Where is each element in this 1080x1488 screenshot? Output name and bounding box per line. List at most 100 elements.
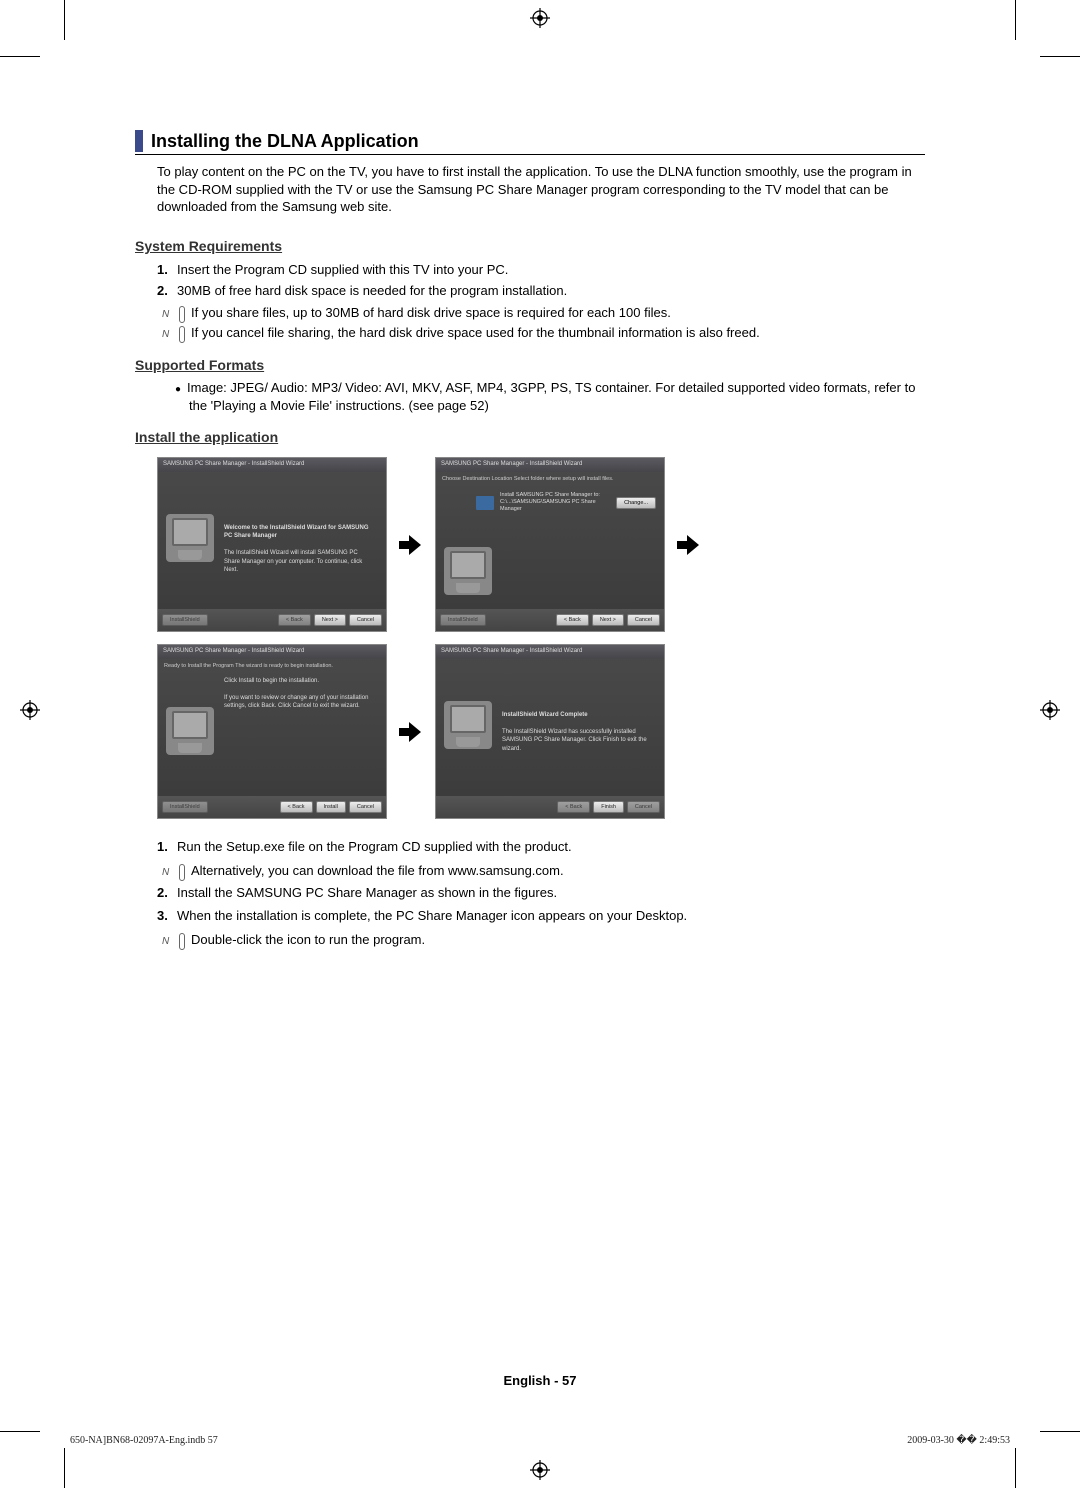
install-note-a-text: Alternatively, you can download the file… xyxy=(191,863,564,878)
installer-text: InstallShield Wizard Complete The Instal… xyxy=(502,711,652,753)
install-button[interactable]: Install xyxy=(316,801,346,813)
pc-icon xyxy=(444,701,492,749)
installer-footer: < Back Finish Cancel xyxy=(436,796,664,818)
page-number: English - 57 xyxy=(0,1373,1080,1388)
installer-body: The InstallShield Wizard has successfull… xyxy=(502,729,647,752)
crop-mark xyxy=(1015,1448,1016,1488)
arrow-right-icon xyxy=(399,533,423,557)
installer-text: Click Install to begin the installation.… xyxy=(224,677,374,755)
installer-titlebar: SAMSUNG PC Share Manager - InstallShield… xyxy=(158,645,386,659)
installer-footer: InstallShield < Back Install Cancel xyxy=(158,796,386,818)
back-button[interactable]: < Back xyxy=(557,801,590,813)
installer-body: If you want to review or change any of y… xyxy=(224,695,368,709)
req-note-2-text: If you cancel file sharing, the hard dis… xyxy=(191,325,760,340)
back-button[interactable]: < Back xyxy=(556,614,589,626)
req-note-1-text: If you share files, up to 30MB of hard d… xyxy=(191,305,671,320)
install-step-3-text: When the installation is complete, the P… xyxy=(177,908,687,923)
cancel-button[interactable]: Cancel xyxy=(627,801,660,813)
note-icon: N xyxy=(179,933,185,950)
registration-mark-icon xyxy=(20,700,40,720)
crop-mark xyxy=(0,56,40,57)
pc-icon xyxy=(444,547,492,595)
installer-heading: Click Install to begin the installation. xyxy=(224,678,319,684)
req-item-1-text: Insert the Program CD supplied with this… xyxy=(177,262,508,277)
source-file-label: 650-NA]BN68-02097A-Eng.indb 57 xyxy=(70,1435,218,1446)
crop-mark xyxy=(64,1448,65,1488)
installer-subheader: Ready to Install the Program The wizard … xyxy=(158,659,386,673)
next-button[interactable]: Next > xyxy=(314,614,346,626)
installer-titlebar: SAMSUNG PC Share Manager - InstallShield… xyxy=(436,645,664,659)
installer-installshield-label: InstallShield xyxy=(162,801,208,813)
pc-icon xyxy=(166,514,214,562)
installer-screenshot-2: SAMSUNG PC Share Manager - InstallShield… xyxy=(435,457,665,632)
installer-screenshot-1: SAMSUNG PC Share Manager - InstallShield… xyxy=(157,457,387,632)
installer-installshield-label: InstallShield xyxy=(162,614,208,626)
subheading-supported-formats: Supported Formats xyxy=(135,357,925,373)
intro-paragraph: To play content on the PC on the TV, you… xyxy=(157,163,925,216)
back-button[interactable]: < Back xyxy=(278,614,311,626)
crop-mark xyxy=(0,1431,40,1432)
install-note-b-text: Double-click the icon to run the program… xyxy=(191,932,425,947)
req-note-2: N If you cancel file sharing, the hard di… xyxy=(179,323,925,343)
installer-screenshot-3: SAMSUNG PC Share Manager - InstallShield… xyxy=(157,644,387,819)
subheading-system-requirements: System Requirements xyxy=(135,238,925,254)
cancel-button[interactable]: Cancel xyxy=(627,614,660,626)
screenshot-row-2: SAMSUNG PC Share Manager - InstallShield… xyxy=(157,644,925,819)
req-item-1: 1.Insert the Program CD supplied with th… xyxy=(157,260,925,280)
install-step-2-text: Install the SAMSUNG PC Share Manager as … xyxy=(177,885,557,900)
req-note-1: N If you share files, up to 30MB of hard … xyxy=(179,303,925,323)
installer-footer: InstallShield < Back Next > Cancel xyxy=(436,609,664,631)
installer-heading: Welcome to the InstallShield Wizard for … xyxy=(224,525,369,539)
note-icon: N xyxy=(179,326,185,343)
arrow-right-icon xyxy=(677,533,701,557)
installer-titlebar: SAMSUNG PC Share Manager - InstallShield… xyxy=(158,458,386,472)
install-note-b: N Double-click the icon to run the progra… xyxy=(179,930,925,950)
screenshot-row-1: SAMSUNG PC Share Manager - InstallShield… xyxy=(157,457,925,632)
subheading-install-application: Install the application xyxy=(135,429,925,445)
timestamp-label: 2009-03-30 �� 2:49:53 xyxy=(907,1435,1010,1446)
next-button[interactable]: Next > xyxy=(592,614,624,626)
pc-icon xyxy=(166,707,214,755)
formats-list: Image: JPEG/ Audio: MP3/ Video: AVI, MKV… xyxy=(175,379,925,415)
installer-subheader: Choose Destination Location Select folde… xyxy=(436,472,664,486)
install-step-1-text: Run the Setup.exe file on the Program CD… xyxy=(177,839,572,854)
installer-installshield-label: InstallShield xyxy=(440,614,486,626)
crop-mark xyxy=(1015,0,1016,40)
install-step-1: 1.Run the Setup.exe file on the Program … xyxy=(157,837,925,857)
page-content: Installing the DLNA Application To play … xyxy=(135,130,925,950)
registration-mark-icon xyxy=(530,1460,550,1480)
installer-text: Welcome to the InstallShield Wizard for … xyxy=(224,524,374,574)
registration-mark-icon xyxy=(530,8,550,28)
crop-mark xyxy=(1040,1431,1080,1432)
finish-button[interactable]: Finish xyxy=(593,801,624,813)
accent-bar-icon xyxy=(135,130,143,152)
registration-mark-icon xyxy=(1040,700,1060,720)
change-button[interactable]: Change... xyxy=(616,497,656,509)
arrow-right-icon xyxy=(399,720,423,744)
install-screenshots: SAMSUNG PC Share Manager - InstallShield… xyxy=(157,457,925,819)
req-item-2-text: 30MB of free hard disk space is needed f… xyxy=(177,283,567,298)
install-note-a: N Alternatively, you can download the fil… xyxy=(179,861,925,881)
folder-icon xyxy=(476,496,494,510)
cancel-button[interactable]: Cancel xyxy=(349,801,382,813)
crop-mark xyxy=(1040,56,1080,57)
requirements-list: 1.Insert the Program CD supplied with th… xyxy=(157,260,925,301)
install-path: Install SAMSUNG PC Share Manager to: C:\… xyxy=(500,492,610,513)
req-item-2: 2.30MB of free hard disk space is needed… xyxy=(157,281,925,301)
install-steps-list: 1.Run the Setup.exe file on the Program … xyxy=(157,837,925,857)
crop-mark xyxy=(64,0,65,40)
installer-footer: InstallShield < Back Next > Cancel xyxy=(158,609,386,631)
installer-titlebar: SAMSUNG PC Share Manager - InstallShield… xyxy=(436,458,664,472)
note-icon: N xyxy=(179,306,185,323)
section-title: Installing the DLNA Application xyxy=(151,131,419,152)
installer-heading: InstallShield Wizard Complete xyxy=(502,712,588,718)
install-step-2: 2.Install the SAMSUNG PC Share Manager a… xyxy=(157,883,925,903)
formats-bullet: Image: JPEG/ Audio: MP3/ Video: AVI, MKV… xyxy=(175,379,925,415)
install-step-3: 3.When the installation is complete, the… xyxy=(157,906,925,926)
cancel-button[interactable]: Cancel xyxy=(349,614,382,626)
back-button[interactable]: < Back xyxy=(280,801,313,813)
section-header: Installing the DLNA Application xyxy=(135,130,925,155)
installer-body: The InstallShield Wizard will install SA… xyxy=(224,550,362,573)
note-icon: N xyxy=(179,864,185,881)
installer-screenshot-4: SAMSUNG PC Share Manager - InstallShield… xyxy=(435,644,665,819)
